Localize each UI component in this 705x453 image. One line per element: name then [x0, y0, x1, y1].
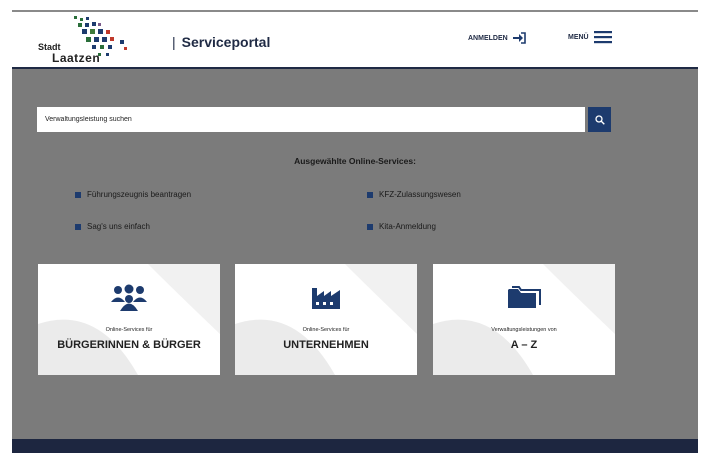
- search-icon: [594, 114, 605, 125]
- menu-label: MENÜ: [568, 33, 589, 41]
- people-icon: [111, 284, 147, 311]
- bullet-square-icon: [367, 223, 373, 230]
- portal-title: | Serviceportal: [172, 34, 270, 50]
- bullet-square-icon: [75, 223, 81, 230]
- site-footer: [12, 439, 698, 453]
- factory-icon: [312, 288, 340, 309]
- tile-subtitle: Online-Services für: [302, 327, 350, 333]
- top-strip: [12, 0, 698, 10]
- bullet-square-icon: [75, 191, 81, 198]
- tile-citizens[interactable]: Online-Services für BÜRGERINNEN & BÜRGER: [38, 264, 220, 375]
- search-input[interactable]: [37, 107, 585, 132]
- tile-background-pattern: [433, 264, 615, 375]
- tile-title: UNTERNEHMEN: [283, 339, 369, 351]
- menu-button[interactable]: MENÜ: [568, 29, 613, 45]
- login-label: ANMELDEN: [468, 34, 508, 42]
- services-heading: Ausgewählte Online-Services:: [294, 156, 416, 166]
- login-button[interactable]: ANMELDEN: [468, 32, 526, 44]
- service-link-label: Sag's uns einfach: [87, 222, 150, 231]
- service-link-kfz[interactable]: KFZ-Zulassungswesen: [367, 190, 461, 199]
- tile-subtitle: Verwaltungsleistungen von: [491, 327, 557, 333]
- portal-title-text: Serviceportal: [181, 34, 271, 50]
- service-link-label: Kita-Anmeldung: [379, 222, 436, 231]
- tile-a-z[interactable]: Verwaltungsleistungen von A – Z: [433, 264, 615, 375]
- tile-icon-wrapper: [38, 284, 220, 312]
- service-link-fuehrungszeugnis[interactable]: Führungszeugnis beantragen: [75, 190, 191, 199]
- search-bar: [37, 107, 620, 132]
- tile-title: BÜRGERINNEN & BÜRGER: [57, 339, 201, 351]
- service-link-label: KFZ-Zulassungswesen: [379, 190, 461, 199]
- tile-background-pattern: [38, 264, 220, 375]
- folder-icon: [508, 286, 541, 308]
- title-divider: |: [172, 34, 176, 50]
- hamburger-icon: [593, 31, 612, 44]
- search-button[interactable]: [588, 107, 611, 132]
- main-content: Ausgewählte Online-Services: Führungszeu…: [12, 69, 698, 439]
- site-header: Stadt Laatzen | Serviceportal ANMELDEN ME…: [12, 10, 698, 69]
- service-link-kita[interactable]: Kita-Anmeldung: [367, 222, 436, 231]
- tile-icon-wrapper: [433, 284, 615, 310]
- tile-businesses[interactable]: Online-Services für UNTERNEHMEN: [235, 264, 417, 375]
- logo-text-city: Laatzen: [52, 51, 101, 65]
- service-link-label: Führungszeugnis beantragen: [87, 190, 192, 199]
- tile-background-pattern: [235, 264, 417, 375]
- login-icon: [512, 32, 526, 44]
- bullet-square-icon: [367, 191, 373, 198]
- service-link-feedback[interactable]: Sag's uns einfach: [75, 222, 150, 231]
- city-logo[interactable]: Stadt Laatzen: [34, 14, 174, 66]
- tile-subtitle: Online-Services für: [105, 327, 153, 333]
- tile-title: A – Z: [510, 339, 538, 351]
- tile-icon-wrapper: [235, 284, 417, 310]
